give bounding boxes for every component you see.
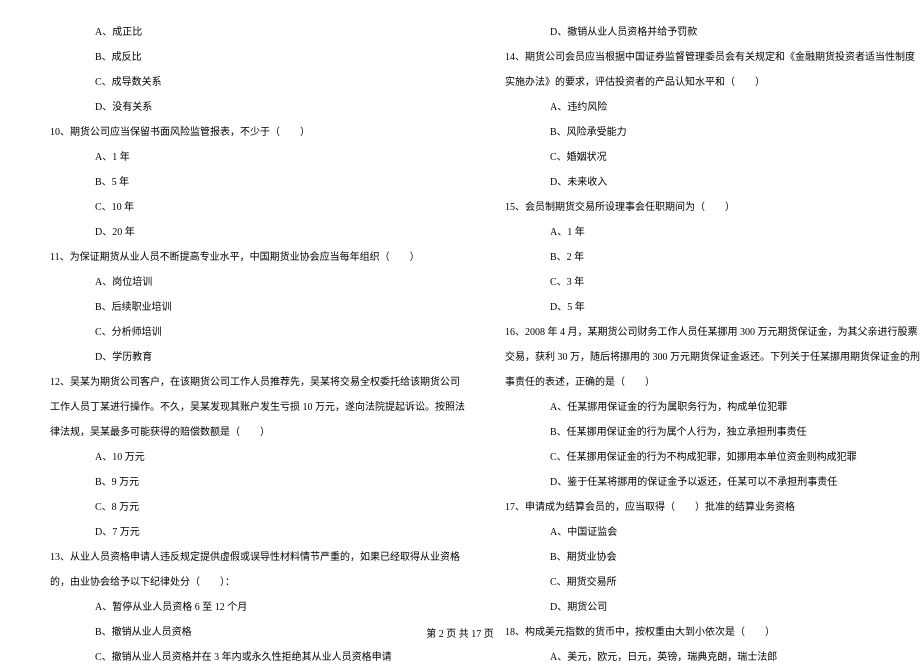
answer-option: B、2 年 xyxy=(505,245,920,270)
question-text: 17、申请成为结算会员的，应当取得（ ）批准的结算业务资格 xyxy=(505,495,920,520)
answer-option: C、8 万元 xyxy=(50,495,465,520)
answer-option: C、成导数关系 xyxy=(50,70,465,95)
answer-option: A、10 万元 xyxy=(50,445,465,470)
left-column: A、成正比B、成反比C、成导数关系D、没有关系10、期货公司应当保留书面风险监管… xyxy=(50,20,485,620)
question-text: 实施办法》的要求，评估投资者的产品认知水平和（ ） xyxy=(505,70,920,95)
answer-option: C、分析师培训 xyxy=(50,320,465,345)
answer-option: D、7 万元 xyxy=(50,520,465,545)
answer-option: A、美元，欧元，日元，英镑，瑞典克朗，瑞士法郎 xyxy=(505,645,920,670)
answer-option: C、3 年 xyxy=(505,270,920,295)
question-text: 工作人员丁某进行操作。不久，吴某发现其账户发生亏损 10 万元，遂向法院提起诉讼… xyxy=(50,395,465,420)
question-text: 11、为保证期货从业人员不断提高专业水平，中国期货业协会应当每年组织（ ） xyxy=(50,245,465,270)
answer-option: C、期货交易所 xyxy=(505,570,920,595)
answer-option: B、风险承受能力 xyxy=(505,120,920,145)
question-text: 交易，获利 30 万，随后将挪用的 300 万元期货保证金返还。下列关于任某挪用… xyxy=(505,345,920,370)
answer-option: B、任某挪用保证金的行为属个人行为，独立承担刑事责任 xyxy=(505,420,920,445)
answer-option: B、5 年 xyxy=(50,170,465,195)
answer-option: A、违约风险 xyxy=(505,95,920,120)
answer-option: D、学历教育 xyxy=(50,345,465,370)
question-text: 12、吴某为期货公司客户，在该期货公司工作人员推荐先，吴某将交易全权委托给该期货… xyxy=(50,370,465,395)
answer-option: D、5 年 xyxy=(505,295,920,320)
question-text: 16、2008 年 4 月，某期货公司财务工作人员任某挪用 300 万元期货保证… xyxy=(505,320,920,345)
answer-option: D、未来收入 xyxy=(505,170,920,195)
answer-option: A、成正比 xyxy=(50,20,465,45)
answer-option: D、撤销从业人员资格并给予罚款 xyxy=(505,20,920,45)
answer-option: A、1 年 xyxy=(505,220,920,245)
question-text: 的，由业协会给予以下纪律处分（ ）： xyxy=(50,570,465,595)
answer-option: C、婚姻状况 xyxy=(505,145,920,170)
answer-option: A、1 年 xyxy=(50,145,465,170)
answer-option: D、鉴于任某将挪用的保证金予以返还，任某可以不承担刑事责任 xyxy=(505,470,920,495)
page-footer: 第 2 页 共 17 页 xyxy=(0,625,920,640)
answer-option: A、暂停从业人员资格 6 至 12 个月 xyxy=(50,595,465,620)
page-container: A、成正比B、成反比C、成导数关系D、没有关系10、期货公司应当保留书面风险监管… xyxy=(0,0,920,620)
answer-option: B、期货业协会 xyxy=(505,545,920,570)
question-text: 13、从业人员资格申请人违反规定提供虚假或误导性材料情节严重的，如果已经取得从业… xyxy=(50,545,465,570)
answer-option: D、20 年 xyxy=(50,220,465,245)
answer-option: B、后续职业培训 xyxy=(50,295,465,320)
question-text: 律法规，吴某最多可能获得的赔偿数额是（ ） xyxy=(50,420,465,445)
answer-option: B、9 万元 xyxy=(50,470,465,495)
right-column: D、撤销从业人员资格并给予罚款14、期货公司会员应当根据中国证券监督管理委员会有… xyxy=(485,20,920,620)
answer-option: D、没有关系 xyxy=(50,95,465,120)
answer-option: A、任某挪用保证金的行为属职务行为，构成单位犯罪 xyxy=(505,395,920,420)
answer-option: C、10 年 xyxy=(50,195,465,220)
question-text: 14、期货公司会员应当根据中国证券监督管理委员会有关规定和《金融期货投资者适当性… xyxy=(505,45,920,70)
answer-option: D、期货公司 xyxy=(505,595,920,620)
answer-option: B、成反比 xyxy=(50,45,465,70)
question-text: 事责任的表述，正确的是（ ） xyxy=(505,370,920,395)
question-text: 15、会员制期货交易所设理事会任职期间为（ ） xyxy=(505,195,920,220)
answer-option: A、中国证监会 xyxy=(505,520,920,545)
answer-option: A、岗位培训 xyxy=(50,270,465,295)
answer-option: C、撤销从业人员资格并在 3 年内或永久性拒绝其从业人员资格申请 xyxy=(50,645,465,670)
question-text: 10、期货公司应当保留书面风险监管报表，不少于（ ） xyxy=(50,120,465,145)
answer-option: C、任某挪用保证金的行为不构成犯罪，如挪用本单位资金则构成犯罪 xyxy=(505,445,920,470)
